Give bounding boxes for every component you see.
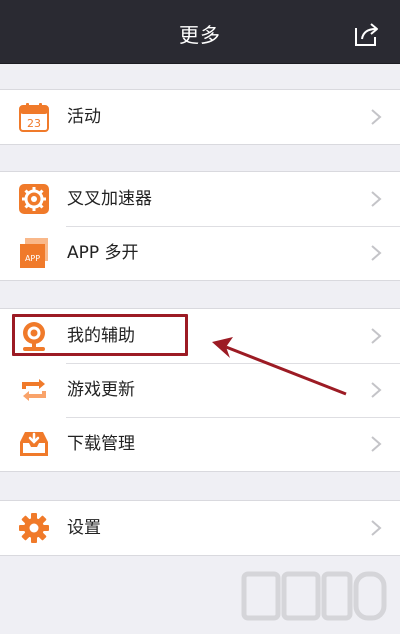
menu-item-download-manager[interactable]: 下载管理 — [0, 417, 400, 471]
menu-item-label: 叉叉加速器 — [67, 189, 152, 209]
calendar-icon: 23 — [19, 103, 49, 132]
menu-item-app-multi-open[interactable]: APP APP 多开 — [0, 226, 400, 280]
menu-item-activities[interactable]: 23 活动 — [0, 90, 400, 144]
gear-icon — [19, 184, 49, 214]
settings-group-4: 设置 — [0, 500, 400, 556]
app-icon: APP — [20, 238, 48, 268]
calendar-icon-date: 23 — [27, 117, 41, 130]
menu-item-settings[interactable]: 设置 — [0, 501, 400, 555]
settings-group-1: 23 活动 — [0, 89, 400, 145]
page-title: 更多 — [179, 23, 221, 47]
chevron-right-icon — [371, 109, 382, 125]
menu-item-label: APP 多开 — [67, 243, 139, 263]
chevron-right-icon — [371, 520, 382, 536]
menu-item-label: 设置 — [67, 518, 101, 538]
app-icon-text: APP — [25, 254, 40, 263]
annotation-highlight-box — [12, 314, 188, 356]
chevron-right-icon — [371, 382, 382, 398]
refresh-icon — [22, 379, 46, 401]
watermark-logo-icon — [241, 571, 387, 621]
settings-group-2: 叉叉加速器 APP APP 多开 — [0, 171, 400, 281]
settings-icon — [19, 513, 49, 543]
navigation-bar: 更多 — [0, 0, 400, 64]
menu-item-label: 下载管理 — [67, 434, 135, 454]
share-icon[interactable] — [350, 18, 382, 50]
menu-item-accelerator[interactable]: 叉叉加速器 — [0, 172, 400, 226]
chevron-right-icon — [371, 191, 382, 207]
annotation-arrow-icon — [212, 337, 347, 396]
chevron-right-icon — [371, 436, 382, 452]
chevron-right-icon — [371, 245, 382, 261]
menu-item-label: 游戏更新 — [67, 380, 135, 400]
chevron-right-icon — [371, 328, 382, 344]
download-tray-icon — [20, 432, 48, 456]
menu-item-label: 活动 — [67, 107, 101, 127]
